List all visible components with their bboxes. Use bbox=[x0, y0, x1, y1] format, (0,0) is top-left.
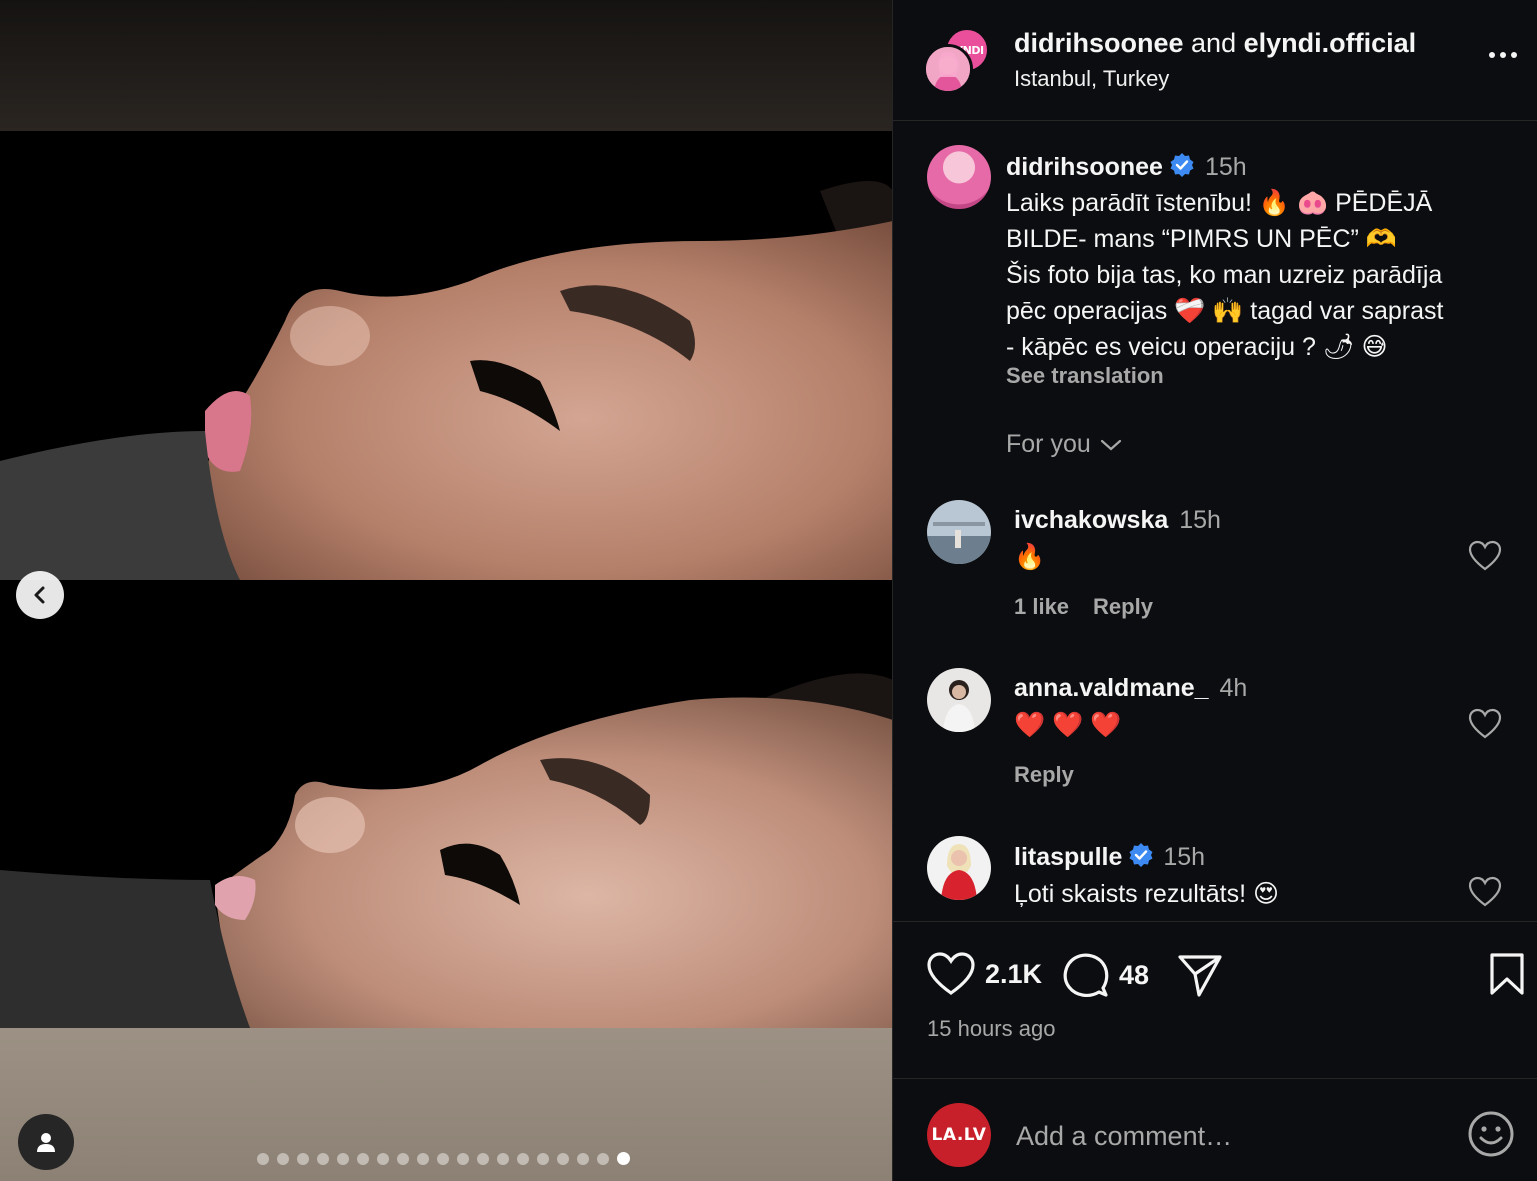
commenter-avatar[interactable] bbox=[927, 668, 991, 732]
caption-line: BILDE- mans “PIMRS UN PĒC” 🫶 bbox=[1006, 225, 1397, 253]
author-username[interactable]: didrihsoonee bbox=[1014, 28, 1184, 58]
previous-slide-button[interactable] bbox=[16, 571, 64, 619]
commenter-avatar[interactable] bbox=[927, 500, 991, 564]
post-sidebar: LYNDI didrihsoonee and elyndi.official I… bbox=[893, 0, 1537, 1181]
comment-header: litaspulle 15h bbox=[1014, 842, 1205, 872]
commenter-username[interactable]: litaspulle bbox=[1014, 843, 1122, 871]
comment-time[interactable]: 15h bbox=[1163, 843, 1205, 871]
carousel-dot bbox=[457, 1152, 469, 1165]
like-count[interactable]: 2.1K bbox=[985, 959, 1042, 990]
comment-text: Ļoti skaists rezultāts! 😍 bbox=[1014, 880, 1280, 908]
post-media bbox=[0, 0, 893, 1181]
post-header: LYNDI didrihsoonee and elyndi.official I… bbox=[893, 0, 1537, 121]
comment-header: ivchakowska 15h bbox=[1014, 506, 1221, 535]
current-user-avatar[interactable]: LA.LV bbox=[927, 1103, 991, 1167]
carousel-dot bbox=[377, 1152, 389, 1165]
comment-count[interactable]: 48 bbox=[1119, 960, 1149, 991]
carousel-dot bbox=[437, 1152, 449, 1165]
before-photo bbox=[0, 131, 893, 580]
comment-icon bbox=[1063, 953, 1109, 998]
carousel-dot bbox=[557, 1152, 569, 1165]
verified-badge-icon bbox=[1170, 153, 1194, 177]
comment-text: 🔥 bbox=[1014, 543, 1046, 571]
carousel-dot bbox=[357, 1152, 369, 1165]
send-icon bbox=[1178, 955, 1222, 997]
carousel-indicator bbox=[257, 1152, 630, 1165]
carousel-dot bbox=[537, 1152, 549, 1165]
emoji-picker-icon[interactable] bbox=[1467, 1110, 1515, 1158]
more-icon bbox=[1489, 52, 1495, 58]
tagged-people-button[interactable] bbox=[18, 1114, 74, 1170]
carousel-dot bbox=[597, 1152, 609, 1165]
more-icon-dot bbox=[1511, 52, 1517, 58]
carousel-dot bbox=[417, 1152, 429, 1165]
carousel-dot bbox=[397, 1152, 409, 1165]
caption-line: pēc operacijas ❤️‍🩹 🙌 tagad var saprast bbox=[1006, 297, 1444, 325]
caption-line: Šis foto bija tas, ko man uzreiz parādīj… bbox=[1006, 261, 1443, 289]
heart-icon bbox=[927, 952, 975, 995]
chevron-left-icon bbox=[34, 586, 45, 604]
after-photo bbox=[0, 580, 893, 1028]
comment-text: ❤️ ❤️ ❤️ bbox=[1014, 711, 1122, 739]
more-options-button[interactable] bbox=[1489, 52, 1517, 58]
post-authors: didrihsoonee and elyndi.official bbox=[1014, 28, 1416, 59]
media-top-band bbox=[0, 0, 893, 131]
commenter-avatar[interactable] bbox=[927, 836, 991, 900]
carousel-dot bbox=[317, 1152, 329, 1165]
carousel-dot bbox=[277, 1152, 289, 1165]
sort-label: For you bbox=[1006, 430, 1091, 458]
caption-line: - kāpēc es veicu operaciju ? 🌶 😅 bbox=[1006, 333, 1388, 361]
add-comment-input[interactable] bbox=[1016, 1112, 1436, 1160]
carousel-dot bbox=[617, 1152, 630, 1165]
carousel-dot bbox=[297, 1152, 309, 1165]
carousel-dot bbox=[257, 1152, 269, 1165]
chevron-down-icon bbox=[1100, 439, 1121, 450]
save-button[interactable] bbox=[1489, 952, 1525, 996]
like-comment-heart-icon[interactable] bbox=[1468, 708, 1502, 740]
comment-time[interactable]: 4h bbox=[1219, 674, 1247, 702]
reply-button[interactable]: Reply bbox=[1014, 762, 1074, 788]
author-avatar[interactable] bbox=[923, 44, 973, 94]
like-button[interactable]: 2.1K bbox=[927, 952, 1042, 996]
caption-username[interactable]: didrihsoonee bbox=[1006, 153, 1163, 181]
comment-meta: Reply bbox=[1014, 762, 1074, 788]
collab-username[interactable]: elyndi.official bbox=[1244, 28, 1417, 58]
commenter-username[interactable]: anna.valdmane_ bbox=[1014, 674, 1209, 702]
caption-time[interactable]: 15h bbox=[1205, 153, 1247, 181]
comment-likes[interactable]: 1 like bbox=[1014, 594, 1069, 620]
caption-author-avatar[interactable] bbox=[927, 145, 991, 209]
carousel-dot bbox=[577, 1152, 589, 1165]
actions-divider bbox=[893, 921, 1537, 922]
collab-avatars[interactable]: LYNDI bbox=[923, 26, 993, 96]
share-button[interactable] bbox=[1177, 952, 1223, 998]
caption-line: Laiks parādīt īstenību! 🔥 🐽 PĒDĒJĀ bbox=[1006, 189, 1433, 217]
carousel-dot bbox=[517, 1152, 529, 1165]
post-actions-bar: 2.1K 48 bbox=[893, 950, 1537, 1010]
more-icon-dot bbox=[1500, 52, 1506, 58]
comment-time[interactable]: 15h bbox=[1179, 506, 1221, 534]
carousel-dot bbox=[477, 1152, 489, 1165]
and-text: and bbox=[1191, 28, 1237, 58]
comment-button[interactable]: 48 bbox=[1063, 952, 1149, 998]
see-translation-link[interactable]: See translation bbox=[1006, 363, 1164, 389]
like-comment-heart-icon[interactable] bbox=[1468, 876, 1502, 908]
like-comment-heart-icon[interactable] bbox=[1468, 540, 1502, 572]
comment-sort-dropdown[interactable]: For you bbox=[1006, 430, 1123, 459]
carousel-dot bbox=[497, 1152, 509, 1165]
caption-body: didrihsoonee 15h Laiks parādīt īstenību! … bbox=[1006, 149, 1516, 365]
post-timestamp[interactable]: 15 hours ago bbox=[927, 1016, 1055, 1042]
commenter-username[interactable]: ivchakowska bbox=[1014, 506, 1168, 534]
composer-divider bbox=[893, 1078, 1537, 1079]
post-location[interactable]: Istanbul, Turkey bbox=[1014, 66, 1169, 92]
reply-button[interactable]: Reply bbox=[1093, 594, 1153, 620]
comment-header: anna.valdmane_ 4h bbox=[1014, 674, 1247, 703]
bookmark-icon bbox=[1490, 953, 1524, 995]
user-icon bbox=[37, 1133, 55, 1152]
verified-badge-icon bbox=[1129, 843, 1153, 867]
comment-meta: 1 like Reply bbox=[1014, 594, 1153, 620]
carousel-dot bbox=[337, 1152, 349, 1165]
